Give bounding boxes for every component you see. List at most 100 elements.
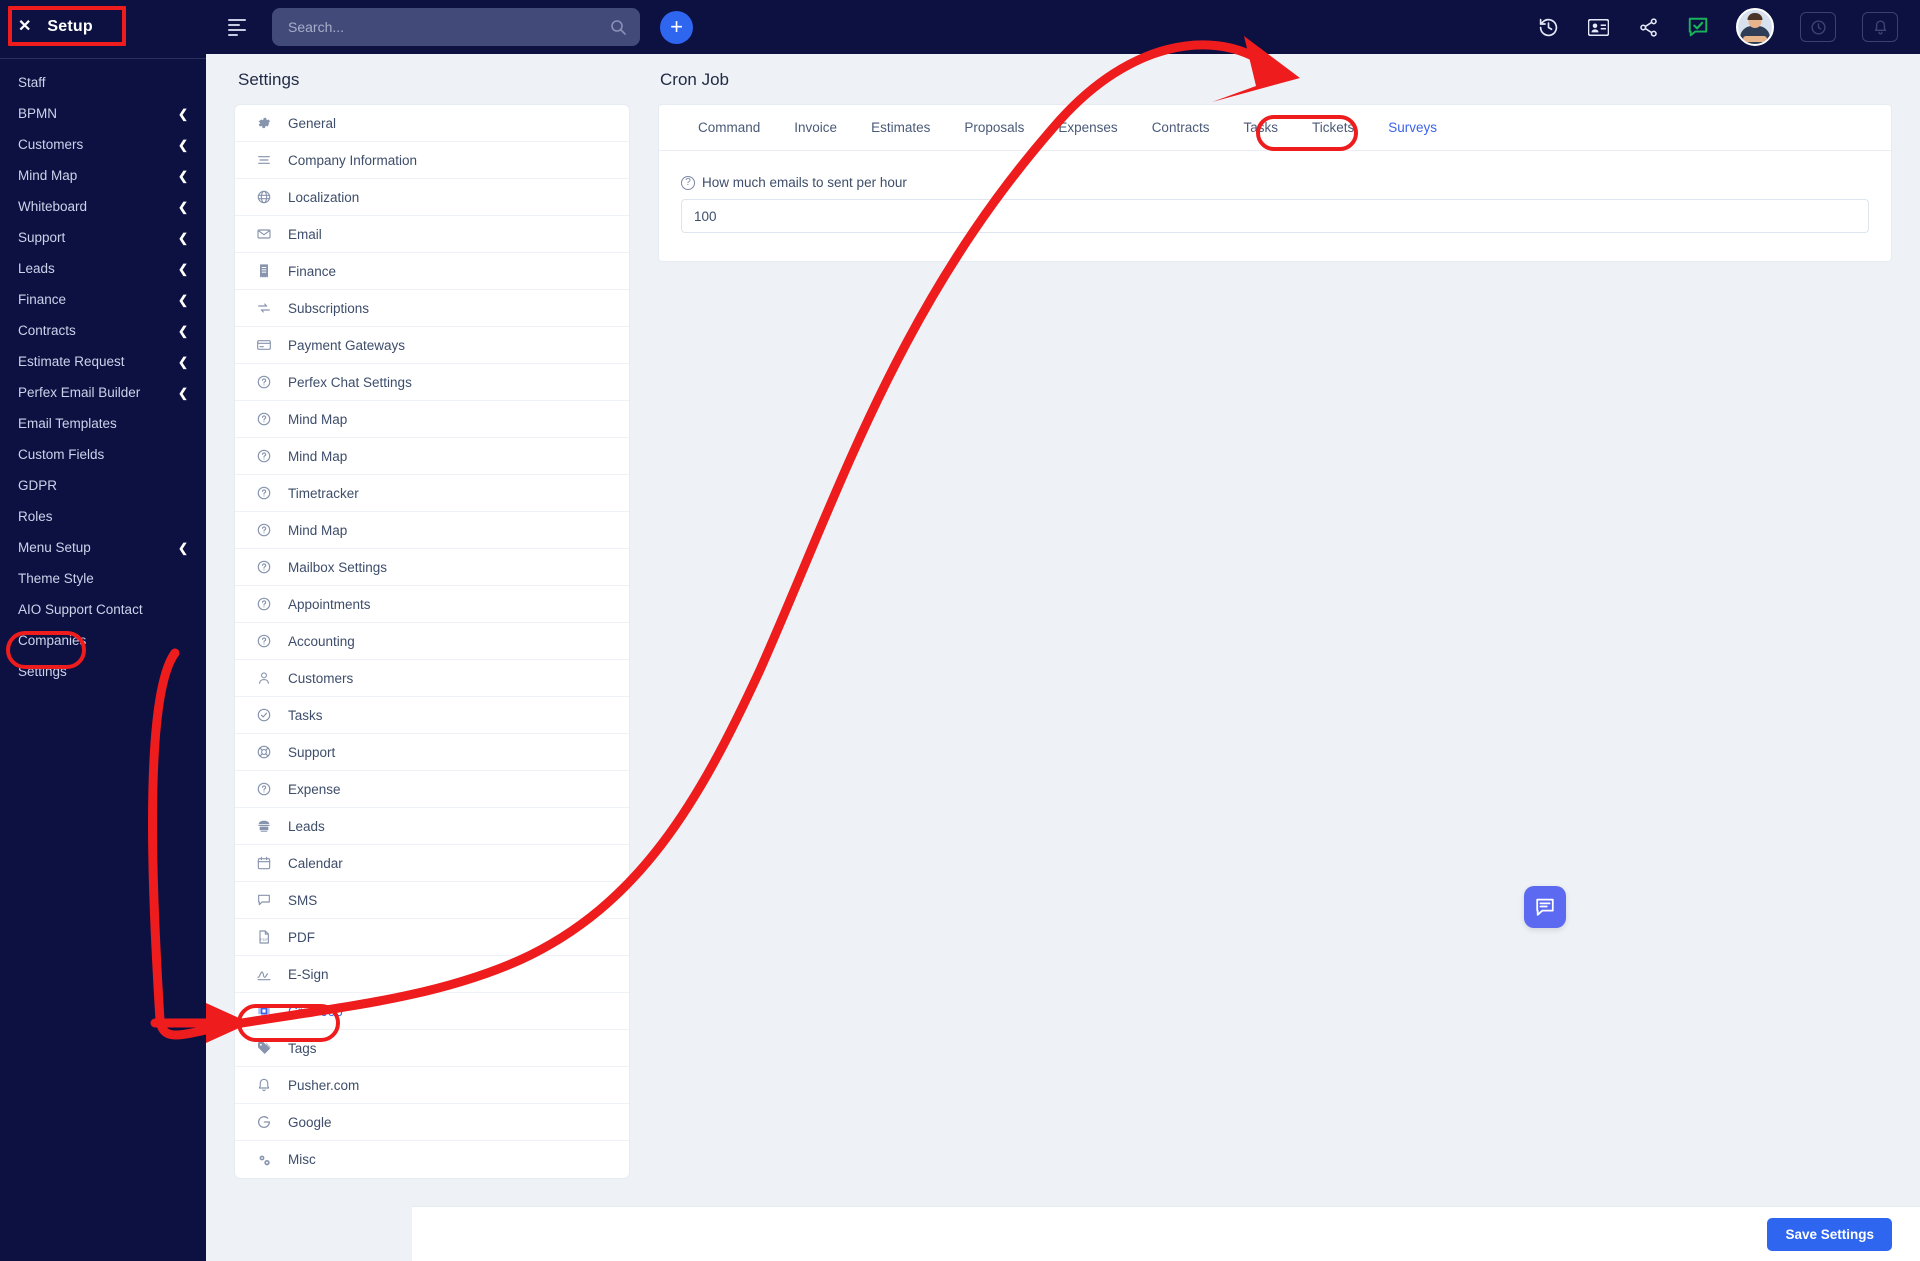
pdf-file-icon: PDF <box>255 929 272 946</box>
settings-item-appointments[interactable]: Appointments <box>235 586 629 623</box>
settings-item-pusher-com[interactable]: Pusher.com <box>235 1067 629 1104</box>
settings-item-label: Pusher.com <box>288 1077 360 1093</box>
page-title: Cron Job <box>660 70 729 89</box>
setup-panel-header: ✕ Setup <box>0 0 206 54</box>
sidebar-item-staff[interactable]: Staff <box>0 67 206 98</box>
app-root: ✕ Setup + <box>0 0 1920 1261</box>
settings-item-tasks[interactable]: Tasks <box>235 697 629 734</box>
search-box[interactable] <box>272 8 640 46</box>
settings-item-support[interactable]: Support <box>235 734 629 771</box>
sidebar-item-menu-setup[interactable]: Menu Setup ❮ <box>0 532 206 563</box>
sidebar-item-support[interactable]: Support ❮ <box>0 222 206 253</box>
sidebar-item-estimate-request[interactable]: Estimate Request ❮ <box>0 346 206 377</box>
gears-icon <box>255 1151 272 1168</box>
close-icon[interactable]: ✕ <box>18 19 31 35</box>
settings-item-label: Support <box>288 744 336 760</box>
chevron-left-icon: ❮ <box>177 292 188 307</box>
sidebar-item-gdpr[interactable]: GDPR <box>0 470 206 501</box>
notifications-button[interactable] <box>1862 12 1898 42</box>
timer-button[interactable] <box>1800 12 1836 42</box>
menu-toggle-icon[interactable] <box>228 16 250 38</box>
settings-item-label: Calendar <box>288 855 343 871</box>
tab-tasks[interactable]: Tasks <box>1226 105 1295 151</box>
tab-surveys[interactable]: Surveys <box>1371 105 1454 151</box>
settings-item-calendar[interactable]: Calendar <box>235 845 629 882</box>
sidebar-item-finance[interactable]: Finance ❮ <box>0 284 206 315</box>
emails-per-hour-input[interactable] <box>681 199 1869 233</box>
contact-card-icon[interactable] <box>1586 15 1610 39</box>
settings-item-pdf[interactable]: PDF PDF <box>235 919 629 956</box>
settings-item-label: Customers <box>288 670 354 686</box>
settings-item-label: Payment Gateways <box>288 337 406 353</box>
add-new-button[interactable]: + <box>660 10 693 44</box>
signature-icon <box>255 966 272 983</box>
top-bar-actions <box>1536 8 1920 46</box>
settings-item-email[interactable]: Email <box>235 216 629 253</box>
sidebar-item-aio-support-contact[interactable]: AIO Support Contact <box>0 594 206 625</box>
sidebar-item-email-templates[interactable]: Email Templates <box>0 408 206 439</box>
save-settings-button[interactable]: Save Settings <box>1767 1217 1892 1251</box>
chat-launcher[interactable] <box>1524 886 1566 928</box>
settings-item-general[interactable]: General <box>235 105 629 142</box>
search-input[interactable] <box>286 18 610 36</box>
settings-item-label: Email <box>288 226 322 242</box>
sidebar-item-leads[interactable]: Leads ❮ <box>0 253 206 284</box>
settings-item-expense[interactable]: Expense <box>235 771 629 808</box>
settings-item-leads[interactable]: Leads <box>235 808 629 845</box>
settings-item-subscriptions[interactable]: Subscriptions <box>235 290 629 327</box>
tab-expenses[interactable]: Expenses <box>1041 105 1134 151</box>
tab-proposals[interactable]: Proposals <box>947 105 1041 151</box>
sidebar-item-contracts[interactable]: Contracts ❮ <box>0 315 206 346</box>
settings-item-customers[interactable]: Customers <box>235 660 629 697</box>
history-icon[interactable] <box>1536 15 1560 39</box>
envelope-icon <box>255 226 272 243</box>
settings-item-misc[interactable]: Misc <box>235 1141 629 1178</box>
sidebar-item-settings[interactable]: Settings <box>0 656 206 687</box>
settings-item-label: Mailbox Settings <box>288 559 388 575</box>
settings-item-tags[interactable]: Tags <box>235 1030 629 1067</box>
settings-item-payment-gateways[interactable]: Payment Gateways <box>235 327 629 364</box>
settings-item-mind-map[interactable]: Mind Map <box>235 401 629 438</box>
settings-item-accounting[interactable]: Accounting <box>235 623 629 660</box>
sidebar-item-roles[interactable]: Roles <box>0 501 206 532</box>
settings-item-company-information[interactable]: Company Information <box>235 142 629 179</box>
tab-tickets[interactable]: Tickets <box>1295 105 1371 151</box>
tab-command[interactable]: Command <box>681 105 777 151</box>
settings-item-label: Localization <box>288 189 360 205</box>
sidebar-item-custom-fields[interactable]: Custom Fields <box>0 439 206 470</box>
question-circle-icon <box>255 485 272 502</box>
search-icon <box>610 19 626 35</box>
lines-icon <box>255 152 272 169</box>
settings-item-label: Misc <box>288 1152 316 1167</box>
chevron-left-icon: ❮ <box>177 323 188 338</box>
tab-contracts[interactable]: Contracts <box>1135 105 1227 151</box>
settings-item-mind-map[interactable]: Mind Map <box>235 438 629 475</box>
sidebar-item-label: Companies <box>18 633 87 648</box>
share-icon[interactable] <box>1636 15 1660 39</box>
settings-item-finance[interactable]: Finance <box>235 253 629 290</box>
sidebar-item-whiteboard[interactable]: Whiteboard ❮ <box>0 191 206 222</box>
settings-item-perfex-chat-settings[interactable]: Perfex Chat Settings <box>235 364 629 401</box>
settings-item-label: General <box>288 115 337 131</box>
chat-approved-icon[interactable] <box>1686 15 1710 39</box>
help-circle-icon[interactable]: ? <box>681 175 695 190</box>
settings-item-e-sign[interactable]: E-Sign <box>235 956 629 993</box>
settings-item-timetracker[interactable]: Timetracker <box>235 475 629 512</box>
sidebar-item-label: Custom Fields <box>18 447 105 462</box>
sidebar-item-mind-map[interactable]: Mind Map ❮ <box>0 160 206 191</box>
user-avatar[interactable] <box>1736 8 1774 46</box>
sidebar-item-perfex-email-builder[interactable]: Perfex Email Builder ❮ <box>0 377 206 408</box>
sidebar-item-label: AIO Support Contact <box>18 602 143 617</box>
sidebar-item-theme-style[interactable]: Theme Style <box>0 563 206 594</box>
settings-item-localization[interactable]: Localization <box>235 179 629 216</box>
settings-item-mind-map[interactable]: Mind Map <box>235 512 629 549</box>
settings-item-cron-job[interactable]: Cron Job <box>235 993 629 1030</box>
settings-item-mailbox-settings[interactable]: Mailbox Settings <box>235 549 629 586</box>
sidebar-item-customers[interactable]: Customers ❮ <box>0 129 206 160</box>
sidebar-item-companies[interactable]: Companies <box>0 625 206 656</box>
settings-item-google[interactable]: Google <box>235 1104 629 1141</box>
tab-estimates[interactable]: Estimates <box>854 105 947 151</box>
sidebar-item-bpmn[interactable]: BPMN ❮ <box>0 98 206 129</box>
tab-invoice[interactable]: Invoice <box>777 105 854 151</box>
settings-item-sms[interactable]: SMS <box>235 882 629 919</box>
